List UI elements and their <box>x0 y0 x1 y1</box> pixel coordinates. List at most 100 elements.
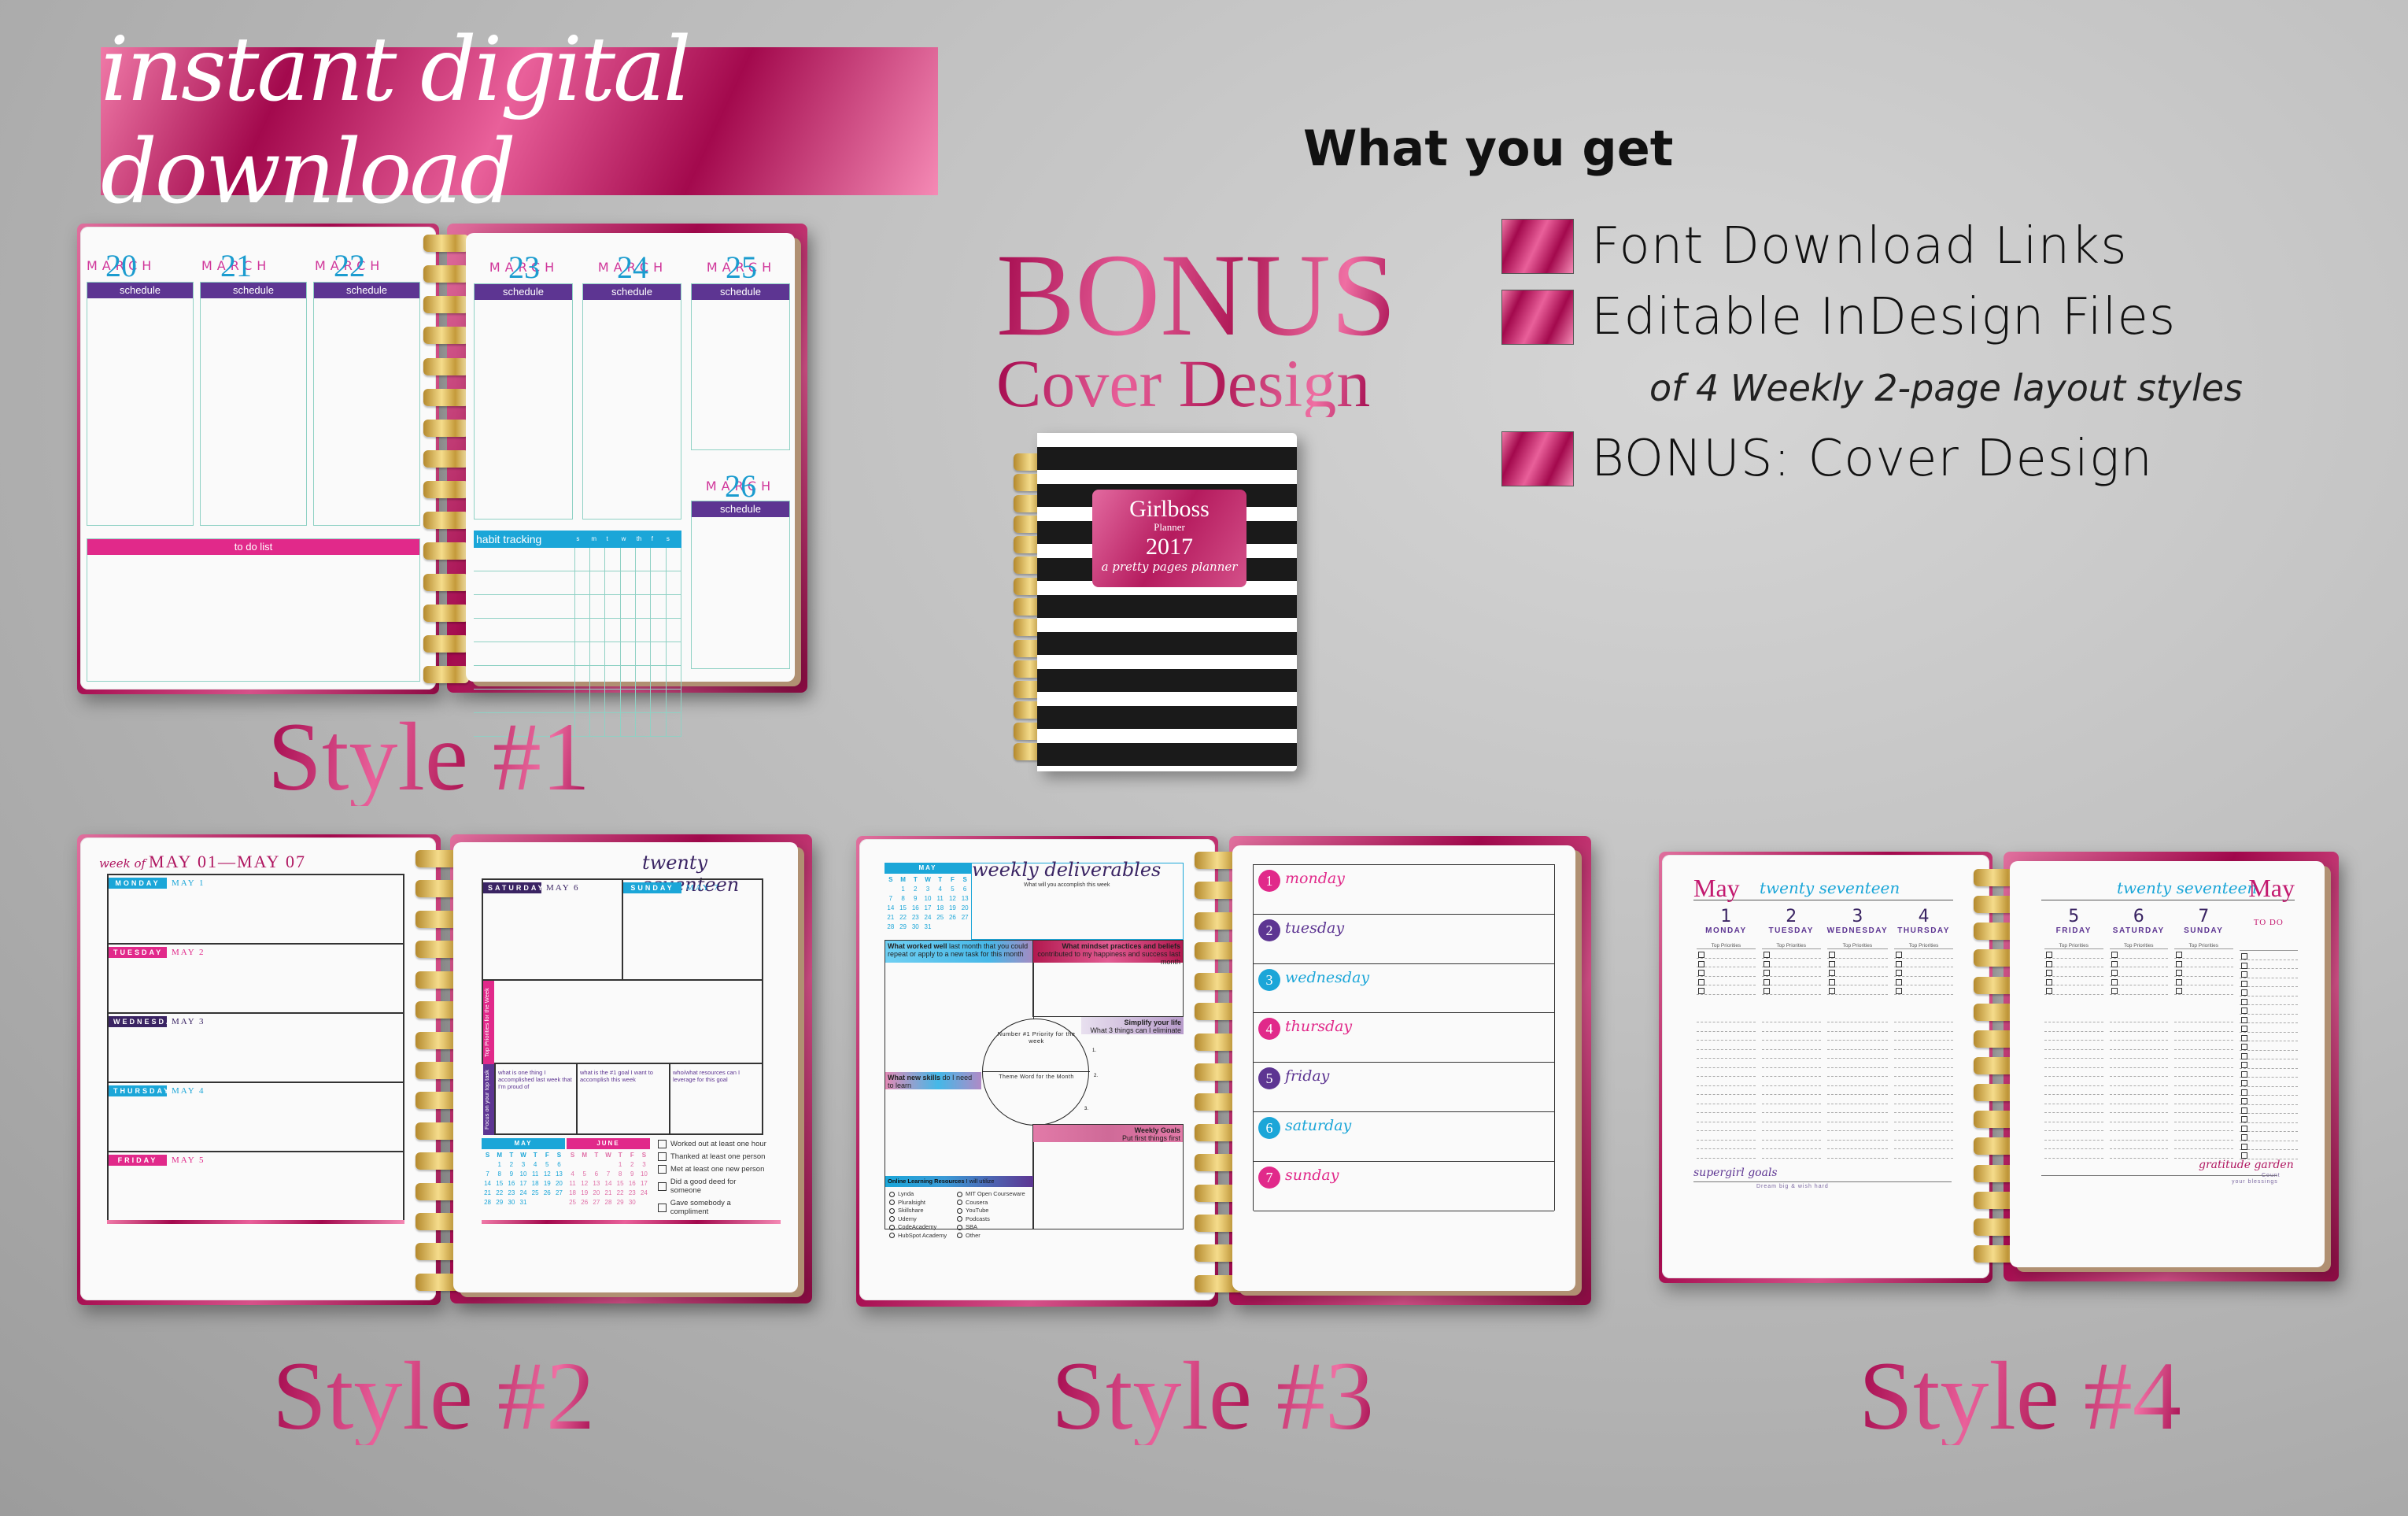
radio-circle-icon[interactable] <box>889 1233 895 1239</box>
resource-option[interactable]: Pluralsight <box>889 1199 947 1207</box>
resource-option[interactable]: Skillshare <box>889 1207 947 1215</box>
checkbox-line[interactable] <box>1761 959 1821 967</box>
checkbox-line[interactable] <box>1697 967 1756 977</box>
checkbox-line[interactable] <box>2239 996 2298 1005</box>
checkbox-line[interactable] <box>2239 1033 2298 1041</box>
resource-option[interactable]: MIT Open Courseware <box>957 1190 1025 1199</box>
resource-option[interactable]: HubSpot Academy <box>889 1232 947 1241</box>
cal-day: 18 <box>936 904 944 911</box>
writing-line <box>1697 1041 1756 1050</box>
checkbox-line[interactable] <box>1761 949 1821 959</box>
checkbox-line[interactable] <box>2174 985 2233 995</box>
checkbox-icon[interactable] <box>658 1140 667 1148</box>
checkbox-line[interactable] <box>1894 985 1953 995</box>
habit-cell <box>636 690 652 713</box>
radio-circle-icon[interactable] <box>957 1224 962 1230</box>
radio-circle-icon[interactable] <box>957 1200 962 1206</box>
checkbox-line[interactable] <box>2239 1132 2298 1141</box>
checkbox-line[interactable] <box>1697 959 1756 967</box>
checkbox-line[interactable] <box>2239 978 2298 987</box>
checkbox-line[interactable] <box>2109 985 2168 995</box>
checkbox-line[interactable] <box>1826 967 1889 977</box>
checkbox-line[interactable] <box>2239 1059 2298 1069</box>
checkbox-line[interactable] <box>2109 977 2168 985</box>
checkbox-line[interactable] <box>2239 960 2298 969</box>
resource-option[interactable]: Podcasts <box>957 1215 1025 1224</box>
checkbox-line[interactable] <box>2239 987 2298 996</box>
checkbox-line[interactable] <box>1894 977 1953 985</box>
day-number: 3 <box>1852 907 1863 926</box>
checkbox-line[interactable] <box>2239 1015 2298 1023</box>
checklist-item[interactable]: Gave somebody a compliment <box>658 1199 768 1216</box>
checklist-item[interactable]: Worked out at least one hour <box>658 1140 768 1148</box>
checkbox-line[interactable] <box>2239 1041 2298 1051</box>
writing-line <box>1826 1041 1889 1050</box>
radio-circle-icon[interactable] <box>889 1216 895 1222</box>
checkbox-line[interactable] <box>2174 977 2233 985</box>
radio-circle-icon[interactable] <box>957 1207 962 1214</box>
checkbox-icon[interactable] <box>658 1203 667 1212</box>
checkbox-line[interactable] <box>2239 1123 2298 1132</box>
checkbox-line[interactable] <box>1826 977 1889 985</box>
checkbox-line[interactable] <box>2044 967 2103 977</box>
checkbox-line[interactable] <box>2239 1114 2298 1123</box>
checkbox-line[interactable] <box>2109 949 2168 959</box>
checkbox-line[interactable] <box>2174 959 2233 967</box>
checklist-item[interactable]: Did a good deed for someone <box>658 1178 768 1195</box>
day-row: 2 tuesday <box>1254 915 1554 964</box>
checkbox-line[interactable] <box>2239 1051 2298 1059</box>
checkbox-line[interactable] <box>2044 977 2103 985</box>
checkbox-line[interactable] <box>2239 1150 2298 1159</box>
checkbox-line[interactable] <box>2239 1105 2298 1114</box>
skills-band: What new skills do I need to learn <box>885 1072 981 1089</box>
checkbox-line[interactable] <box>2109 967 2168 977</box>
checkbox-line[interactable] <box>2044 985 2103 995</box>
checklist-item[interactable]: Met at least one new person <box>658 1165 768 1174</box>
checkbox-line[interactable] <box>1894 959 1953 967</box>
checkbox-line[interactable] <box>1697 949 1756 959</box>
checkbox-line[interactable] <box>2239 1141 2298 1150</box>
checkbox-line[interactable] <box>1761 977 1821 985</box>
checkbox-line[interactable] <box>2174 967 2233 977</box>
checkbox-line[interactable] <box>2174 949 2233 959</box>
radio-circle-icon[interactable] <box>957 1216 962 1222</box>
cover-design-mockup: Girlboss Planner 2017 a pretty pages pla… <box>1014 433 1302 771</box>
resource-option[interactable]: CodeAcademy <box>889 1223 947 1232</box>
resource-option[interactable]: SBA <box>957 1223 1025 1232</box>
checkbox-line[interactable] <box>2239 1087 2298 1096</box>
radio-circle-icon[interactable] <box>957 1191 962 1197</box>
checkbox-line[interactable] <box>1894 967 1953 977</box>
resource-option[interactable]: Udemy <box>889 1215 947 1224</box>
checkbox-line[interactable] <box>1697 977 1756 985</box>
checkbox-line[interactable] <box>2109 959 2168 967</box>
checkbox-icon[interactable] <box>658 1181 667 1191</box>
checkbox-line[interactable] <box>2239 951 2298 960</box>
checkbox-icon[interactable] <box>658 1152 667 1161</box>
checkbox-line[interactable] <box>1761 985 1821 995</box>
checkbox-line[interactable] <box>2239 1096 2298 1105</box>
checkbox-line[interactable] <box>2239 1005 2298 1015</box>
checkbox-line[interactable] <box>2239 1069 2298 1078</box>
resource-option[interactable]: Lynda <box>889 1190 947 1199</box>
radio-circle-icon[interactable] <box>889 1191 895 1197</box>
checkbox-line[interactable] <box>1826 985 1889 995</box>
checkbox-line[interactable] <box>1826 959 1889 967</box>
resource-option[interactable]: Other <box>957 1232 1025 1241</box>
radio-circle-icon[interactable] <box>889 1200 895 1206</box>
radio-circle-icon[interactable] <box>957 1233 962 1239</box>
checkbox-line[interactable] <box>2239 969 2298 978</box>
checklist-item[interactable]: Thanked at least one person <box>658 1152 768 1161</box>
radio-circle-icon[interactable] <box>889 1224 895 1230</box>
resource-option[interactable]: YouTube <box>957 1207 1025 1215</box>
resource-option[interactable]: Cousera <box>957 1199 1025 1207</box>
checkbox-line[interactable] <box>2239 1078 2298 1087</box>
checkbox-line[interactable] <box>1826 949 1889 959</box>
checkbox-line[interactable] <box>2044 959 2103 967</box>
checkbox-line[interactable] <box>2239 1023 2298 1033</box>
checkbox-icon[interactable] <box>658 1165 667 1174</box>
radio-circle-icon[interactable] <box>889 1207 895 1214</box>
checkbox-line[interactable] <box>2044 949 2103 959</box>
checkbox-line[interactable] <box>1697 985 1756 995</box>
checkbox-line[interactable] <box>1761 967 1821 977</box>
checkbox-line[interactable] <box>1894 949 1953 959</box>
